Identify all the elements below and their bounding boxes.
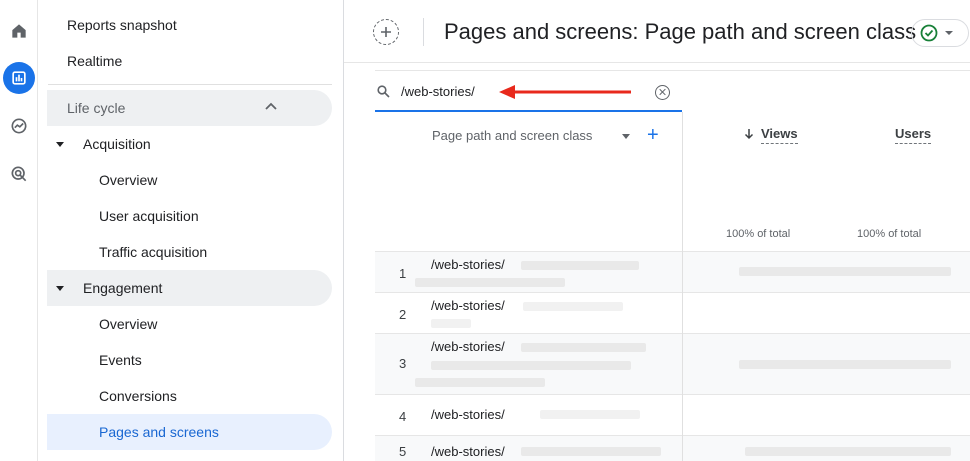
report-table: /web-stories/ Page path and screen class… [375, 70, 970, 461]
redacted-text [745, 447, 951, 456]
add-comparison-button[interactable] [373, 19, 399, 45]
search-icon [377, 85, 390, 98]
table-search[interactable]: /web-stories/ [375, 71, 970, 112]
redacted-text [415, 378, 545, 387]
nav-acquisition-overview[interactable]: Overview [99, 170, 157, 190]
row-number: 3 [399, 356, 407, 371]
annotation-arrow [499, 85, 631, 99]
row-number: 2 [399, 307, 407, 322]
row-number: 1 [399, 266, 407, 281]
row-page-path[interactable]: /web-stories/ [431, 257, 505, 272]
reports-icon[interactable] [3, 62, 35, 94]
explore-icon[interactable] [3, 110, 35, 142]
plus-icon [381, 27, 391, 37]
data-quality-chip[interactable] [911, 19, 969, 47]
nav-conversions[interactable]: Conversions [99, 386, 177, 406]
header-divider [423, 18, 424, 46]
redacted-text [523, 302, 623, 311]
icon-rail [0, 0, 38, 461]
redacted-text [521, 261, 639, 270]
table-row[interactable]: 3 /web-stories/ [375, 334, 970, 395]
nav-divider [48, 84, 332, 85]
table-header-row: Page path and screen class + Views Users… [375, 112, 970, 252]
redacted-text [739, 360, 951, 369]
dimension-header[interactable]: Page path and screen class [432, 128, 592, 143]
users-total: 100% of total [857, 228, 922, 240]
report-header: Pages and screens: Page path and screen … [344, 0, 970, 63]
dimension-dropdown-icon[interactable] [622, 134, 630, 139]
metric-header-views[interactable]: Views [761, 126, 798, 144]
nav-reports-snapshot[interactable]: Reports snapshot [67, 15, 177, 35]
nav-events[interactable]: Events [99, 350, 142, 370]
redacted-text [521, 343, 646, 352]
row-page-path[interactable]: /web-stories/ [431, 298, 505, 313]
row-page-path[interactable]: /web-stories/ [431, 407, 505, 422]
views-total: 100% of total [726, 228, 791, 240]
row-number: 4 [399, 409, 407, 424]
advertising-icon[interactable] [3, 158, 35, 190]
nav-lifecycle-label: Life cycle [67, 100, 126, 116]
row-page-path[interactable]: /web-stories/ [431, 339, 505, 354]
redacted-text [415, 278, 565, 287]
nav-realtime[interactable]: Realtime [67, 51, 122, 71]
caret-down-icon[interactable] [56, 142, 64, 147]
table-row[interactable]: 2 /web-stories/ [375, 293, 970, 334]
nav-engagement[interactable]: Engagement [83, 278, 162, 298]
add-dimension-button[interactable]: + [647, 123, 659, 147]
column-divider [682, 112, 683, 461]
table-row[interactable]: 4 /web-stories/ [375, 395, 970, 436]
chevron-up-icon[interactable] [264, 101, 278, 111]
nav-user-acquisition[interactable]: User acquisition [99, 206, 199, 226]
redacted-text [431, 361, 631, 370]
caret-down-icon[interactable] [56, 286, 64, 291]
search-input[interactable]: /web-stories/ [401, 84, 475, 99]
table-row[interactable]: 1 /web-stories/ [375, 252, 970, 293]
nav-engagement-overview[interactable]: Overview [99, 314, 157, 334]
redacted-text [521, 447, 661, 456]
row-number: 5 [399, 444, 407, 459]
row-page-path[interactable]: /web-stories/ [431, 444, 505, 459]
nav-traffic-acquisition[interactable]: Traffic acquisition [99, 242, 207, 262]
page-title: Pages and screens: Page path and screen … [444, 19, 917, 44]
nav-acquisition[interactable]: Acquisition [83, 134, 151, 154]
dropdown-arrow-icon [945, 31, 953, 35]
reports-nav: Reports snapshot Realtime Life cycle Acq… [38, 0, 344, 461]
redacted-text [739, 267, 951, 276]
home-icon[interactable] [3, 15, 35, 47]
metric-header-users[interactable]: Users [895, 126, 932, 144]
sort-descending-icon[interactable] [744, 128, 754, 140]
table-row[interactable]: 5 /web-stories/ [375, 436, 970, 461]
redacted-text [431, 319, 471, 328]
check-circle-icon [920, 24, 938, 42]
nav-pages-and-screens[interactable]: Pages and screens [99, 422, 219, 442]
redacted-text [540, 410, 640, 419]
clear-search-icon[interactable] [655, 85, 670, 100]
